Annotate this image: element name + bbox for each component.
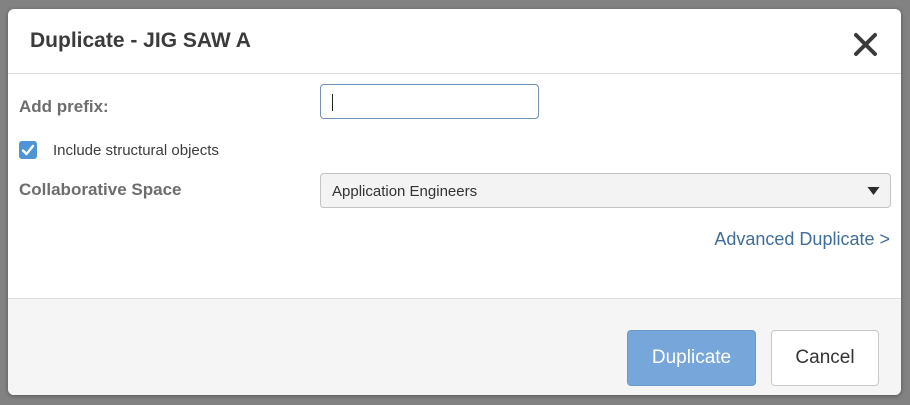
collab-space-label: Collaborative Space (19, 180, 182, 199)
prefix-label: Add prefix: (19, 97, 109, 116)
dialog-header: Duplicate - JIG SAW A (8, 9, 901, 74)
dialog-body: Add prefix: Include structural objects C… (8, 74, 901, 298)
include-structural-label[interactable]: Include structural objects (53, 142, 219, 159)
dialog-footer: Duplicate Cancel (8, 298, 901, 395)
advanced-duplicate-link[interactable]: Advanced Duplicate > (714, 229, 890, 250)
checkmark-icon (21, 144, 35, 156)
dropdown-arrow-icon (867, 187, 880, 195)
text-caret (332, 94, 333, 111)
prefix-input[interactable] (320, 84, 539, 119)
close-button[interactable] (846, 29, 886, 63)
collab-space-value: Application Engineers (332, 183, 478, 200)
duplicate-dialog: Duplicate - JIG SAW A Add prefix: Includ… (8, 9, 901, 395)
include-structural-checkbox[interactable] (19, 141, 37, 159)
dialog-title: Duplicate - JIG SAW A (30, 29, 251, 52)
close-icon (854, 33, 877, 56)
duplicate-button[interactable]: Duplicate (627, 330, 756, 386)
collab-space-select[interactable]: Application Engineers (320, 173, 891, 208)
cancel-button[interactable]: Cancel (771, 330, 879, 386)
